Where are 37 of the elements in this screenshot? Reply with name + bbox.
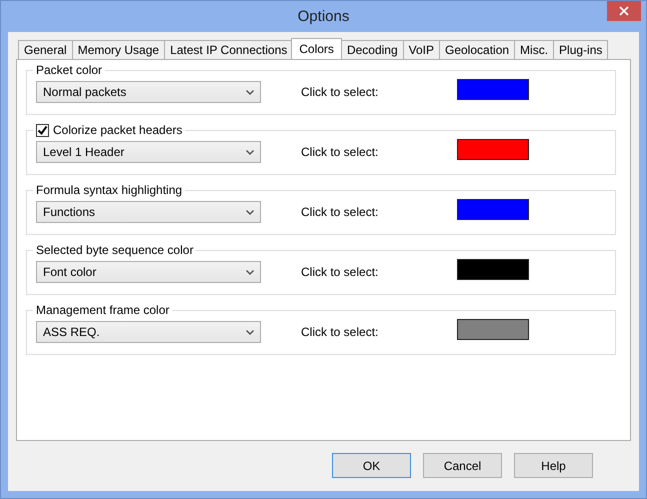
checkbox[interactable] <box>36 124 49 136</box>
group-title: Management frame color <box>36 302 170 318</box>
dropdown[interactable]: Functions <box>36 201 261 223</box>
click-to-select-label: Click to select: <box>301 145 380 159</box>
color-swatch[interactable] <box>457 259 529 280</box>
click-to-select-label: Click to select: <box>301 325 380 339</box>
group-title: Formula syntax highlighting <box>36 182 182 198</box>
caret-icon <box>246 270 254 274</box>
dropdown[interactable]: Font color <box>36 261 261 283</box>
tab[interactable]: Colors <box>291 38 342 59</box>
dropdown[interactable]: Level 1 Header <box>36 141 261 163</box>
color-swatch[interactable] <box>457 199 529 220</box>
dialog-button[interactable]: Cancel <box>423 453 502 478</box>
dialog-button[interactable]: OK <box>332 453 411 478</box>
click-to-select-label: Click to select: <box>301 265 380 279</box>
color-swatch[interactable] <box>457 139 529 160</box>
group-title[interactable]: Colorize packet headers <box>53 122 182 138</box>
caret-icon <box>246 90 254 94</box>
caret-icon <box>246 150 254 154</box>
color-swatch[interactable] <box>457 319 529 340</box>
group-title: Packet color <box>36 62 102 78</box>
close-button[interactable] <box>607 1 641 21</box>
click-to-select-label: Click to select: <box>301 85 380 99</box>
dropdown[interactable]: Normal packets <box>36 81 261 103</box>
tab[interactable]: Memory Usage <box>72 40 166 59</box>
window-title: Options <box>298 8 350 25</box>
tab[interactable]: Decoding <box>340 40 404 59</box>
caret-icon <box>246 330 254 334</box>
caret-icon <box>246 210 254 214</box>
group-title: Selected byte sequence color <box>36 242 194 258</box>
tab[interactable]: Plug-ins <box>553 40 608 59</box>
tab[interactable]: General <box>18 40 73 59</box>
color-swatch[interactable] <box>457 79 529 100</box>
click-to-select-label: Click to select: <box>301 205 380 219</box>
close-icon <box>619 6 629 16</box>
dialog-button[interactable]: Help <box>514 453 593 478</box>
dropdown[interactable]: ASS REQ. <box>36 321 261 343</box>
